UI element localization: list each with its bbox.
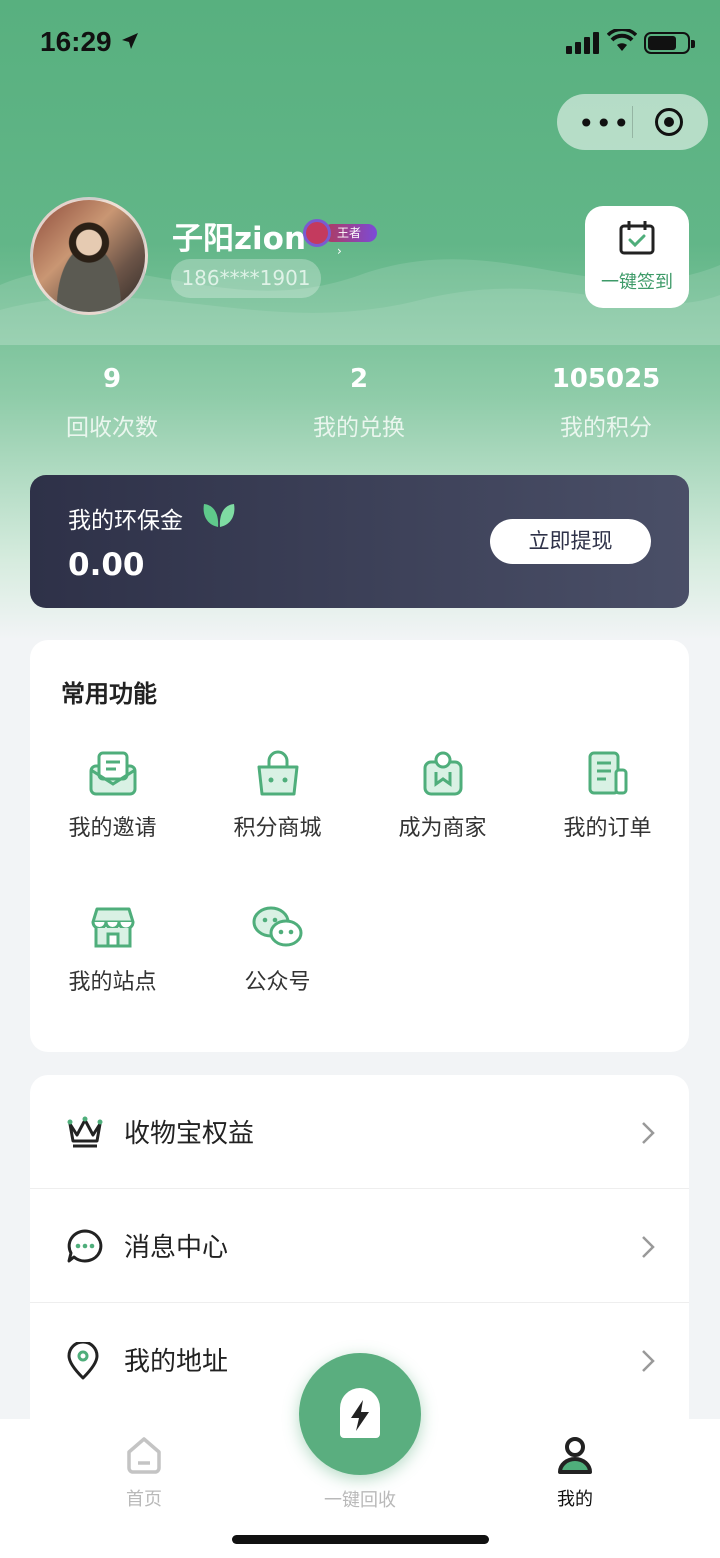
chevron-right-icon xyxy=(642,1236,655,1258)
menu-label: 消息中心 xyxy=(124,1233,229,1263)
crown-icon xyxy=(67,1116,103,1148)
func-official-account[interactable]: 公众号 xyxy=(195,902,360,996)
phone-number: 186****1901 xyxy=(171,259,321,298)
wechat-icon xyxy=(252,906,302,947)
chevron-right-icon xyxy=(642,1350,655,1372)
recycle-tab-label[interactable]: 一键回收 xyxy=(300,1486,420,1512)
order-document-icon xyxy=(588,751,627,795)
func-label: 我的订单 xyxy=(563,816,652,841)
tab-mine[interactable]: 我的 xyxy=(515,1435,635,1511)
signin-label: 一键签到 xyxy=(601,272,673,293)
location-pin-icon xyxy=(67,1342,99,1380)
rank-label: 王者 xyxy=(337,226,362,240)
more-options-icon[interactable]: ••• xyxy=(578,107,631,140)
location-arrow-icon xyxy=(122,33,138,49)
func-points-mall[interactable]: 积分商城 xyxy=(195,748,360,842)
one-click-recycle-button[interactable] xyxy=(299,1353,421,1475)
user-name: 子阳zion xyxy=(172,221,307,257)
star-shield-icon xyxy=(303,219,331,247)
home-icon xyxy=(127,1437,161,1474)
wifi-icon xyxy=(607,29,637,51)
eco-fund-card: 我的环保金 0.00 立即提现 xyxy=(30,475,689,608)
rank-badge[interactable]: 王者 › xyxy=(303,219,377,258)
eco-fund-amount: 0.00 xyxy=(68,547,145,583)
stat-label: 回收次数 xyxy=(66,415,158,441)
lightning-bolt-icon xyxy=(340,1388,380,1438)
stat-label: 我的兑换 xyxy=(313,415,405,441)
stat-value: 9 xyxy=(102,364,122,394)
func-label: 我的邀请 xyxy=(68,816,157,841)
func-label: 积分商城 xyxy=(233,816,322,841)
leaf-icon xyxy=(203,504,235,527)
envelope-icon xyxy=(89,751,136,796)
stat-exchanges[interactable]: 2 我的兑换 xyxy=(259,362,459,442)
menu-item-rights[interactable]: 收物宝权益 xyxy=(30,1075,689,1189)
tab-home[interactable]: 首页 xyxy=(84,1435,204,1511)
close-miniprogram-icon[interactable] xyxy=(655,108,683,136)
status-time: 16:29 xyxy=(40,26,112,57)
tab-label: 首页 xyxy=(126,1489,162,1510)
user-icon xyxy=(558,1437,592,1474)
common-functions-card: 常用功能 我的邀请 积分商城 成为商家 我的订单 我的站点 公众号 xyxy=(30,640,689,1052)
section-title: 常用功能 xyxy=(61,680,157,708)
avatar[interactable] xyxy=(30,197,148,315)
func-my-orders[interactable]: 我的订单 xyxy=(525,748,690,842)
func-my-invite[interactable]: 我的邀请 xyxy=(30,748,195,842)
eco-fund-title: 我的环保金 xyxy=(68,508,183,534)
merchant-icon xyxy=(423,751,462,796)
withdraw-button[interactable]: 立即提现 xyxy=(490,519,651,564)
message-icon xyxy=(67,1229,103,1263)
menu-item-messages[interactable]: 消息中心 xyxy=(30,1189,689,1303)
mini-program-capsule: ••• xyxy=(557,94,708,150)
signin-button[interactable]: 一键签到 xyxy=(585,206,689,308)
battery-icon xyxy=(644,32,695,54)
func-label: 成为商家 xyxy=(398,816,487,841)
chevron-right-icon xyxy=(642,1122,655,1144)
menu-label: 收物宝权益 xyxy=(124,1119,255,1149)
stat-value: 2 xyxy=(349,364,369,394)
stat-label: 我的积分 xyxy=(560,415,652,441)
menu-label: 我的地址 xyxy=(124,1347,229,1377)
shopping-bag-icon xyxy=(257,750,298,796)
func-my-station[interactable]: 我的站点 xyxy=(30,902,195,996)
tab-label: 我的 xyxy=(557,1489,593,1510)
calendar-check-icon xyxy=(619,221,655,255)
func-become-merchant[interactable]: 成为商家 xyxy=(360,748,525,842)
func-label: 公众号 xyxy=(244,970,311,995)
stats-row: 9 回收次数 2 我的兑换 105025 我的积分 xyxy=(0,362,720,442)
home-indicator xyxy=(232,1535,489,1544)
stat-points[interactable]: 105025 我的积分 xyxy=(506,362,706,442)
status-bar: 16:29 xyxy=(0,0,720,88)
store-icon xyxy=(91,907,134,948)
signal-icon xyxy=(566,32,599,54)
stat-recycle-count[interactable]: 9 回收次数 xyxy=(12,362,212,442)
stat-value: 105025 xyxy=(551,364,661,394)
func-label: 我的站点 xyxy=(68,970,157,995)
